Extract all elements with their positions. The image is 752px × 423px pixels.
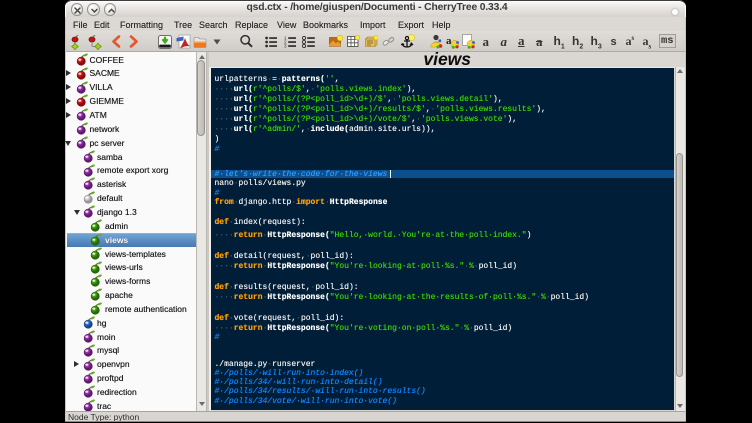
- svg-text:3: 3: [284, 44, 287, 48]
